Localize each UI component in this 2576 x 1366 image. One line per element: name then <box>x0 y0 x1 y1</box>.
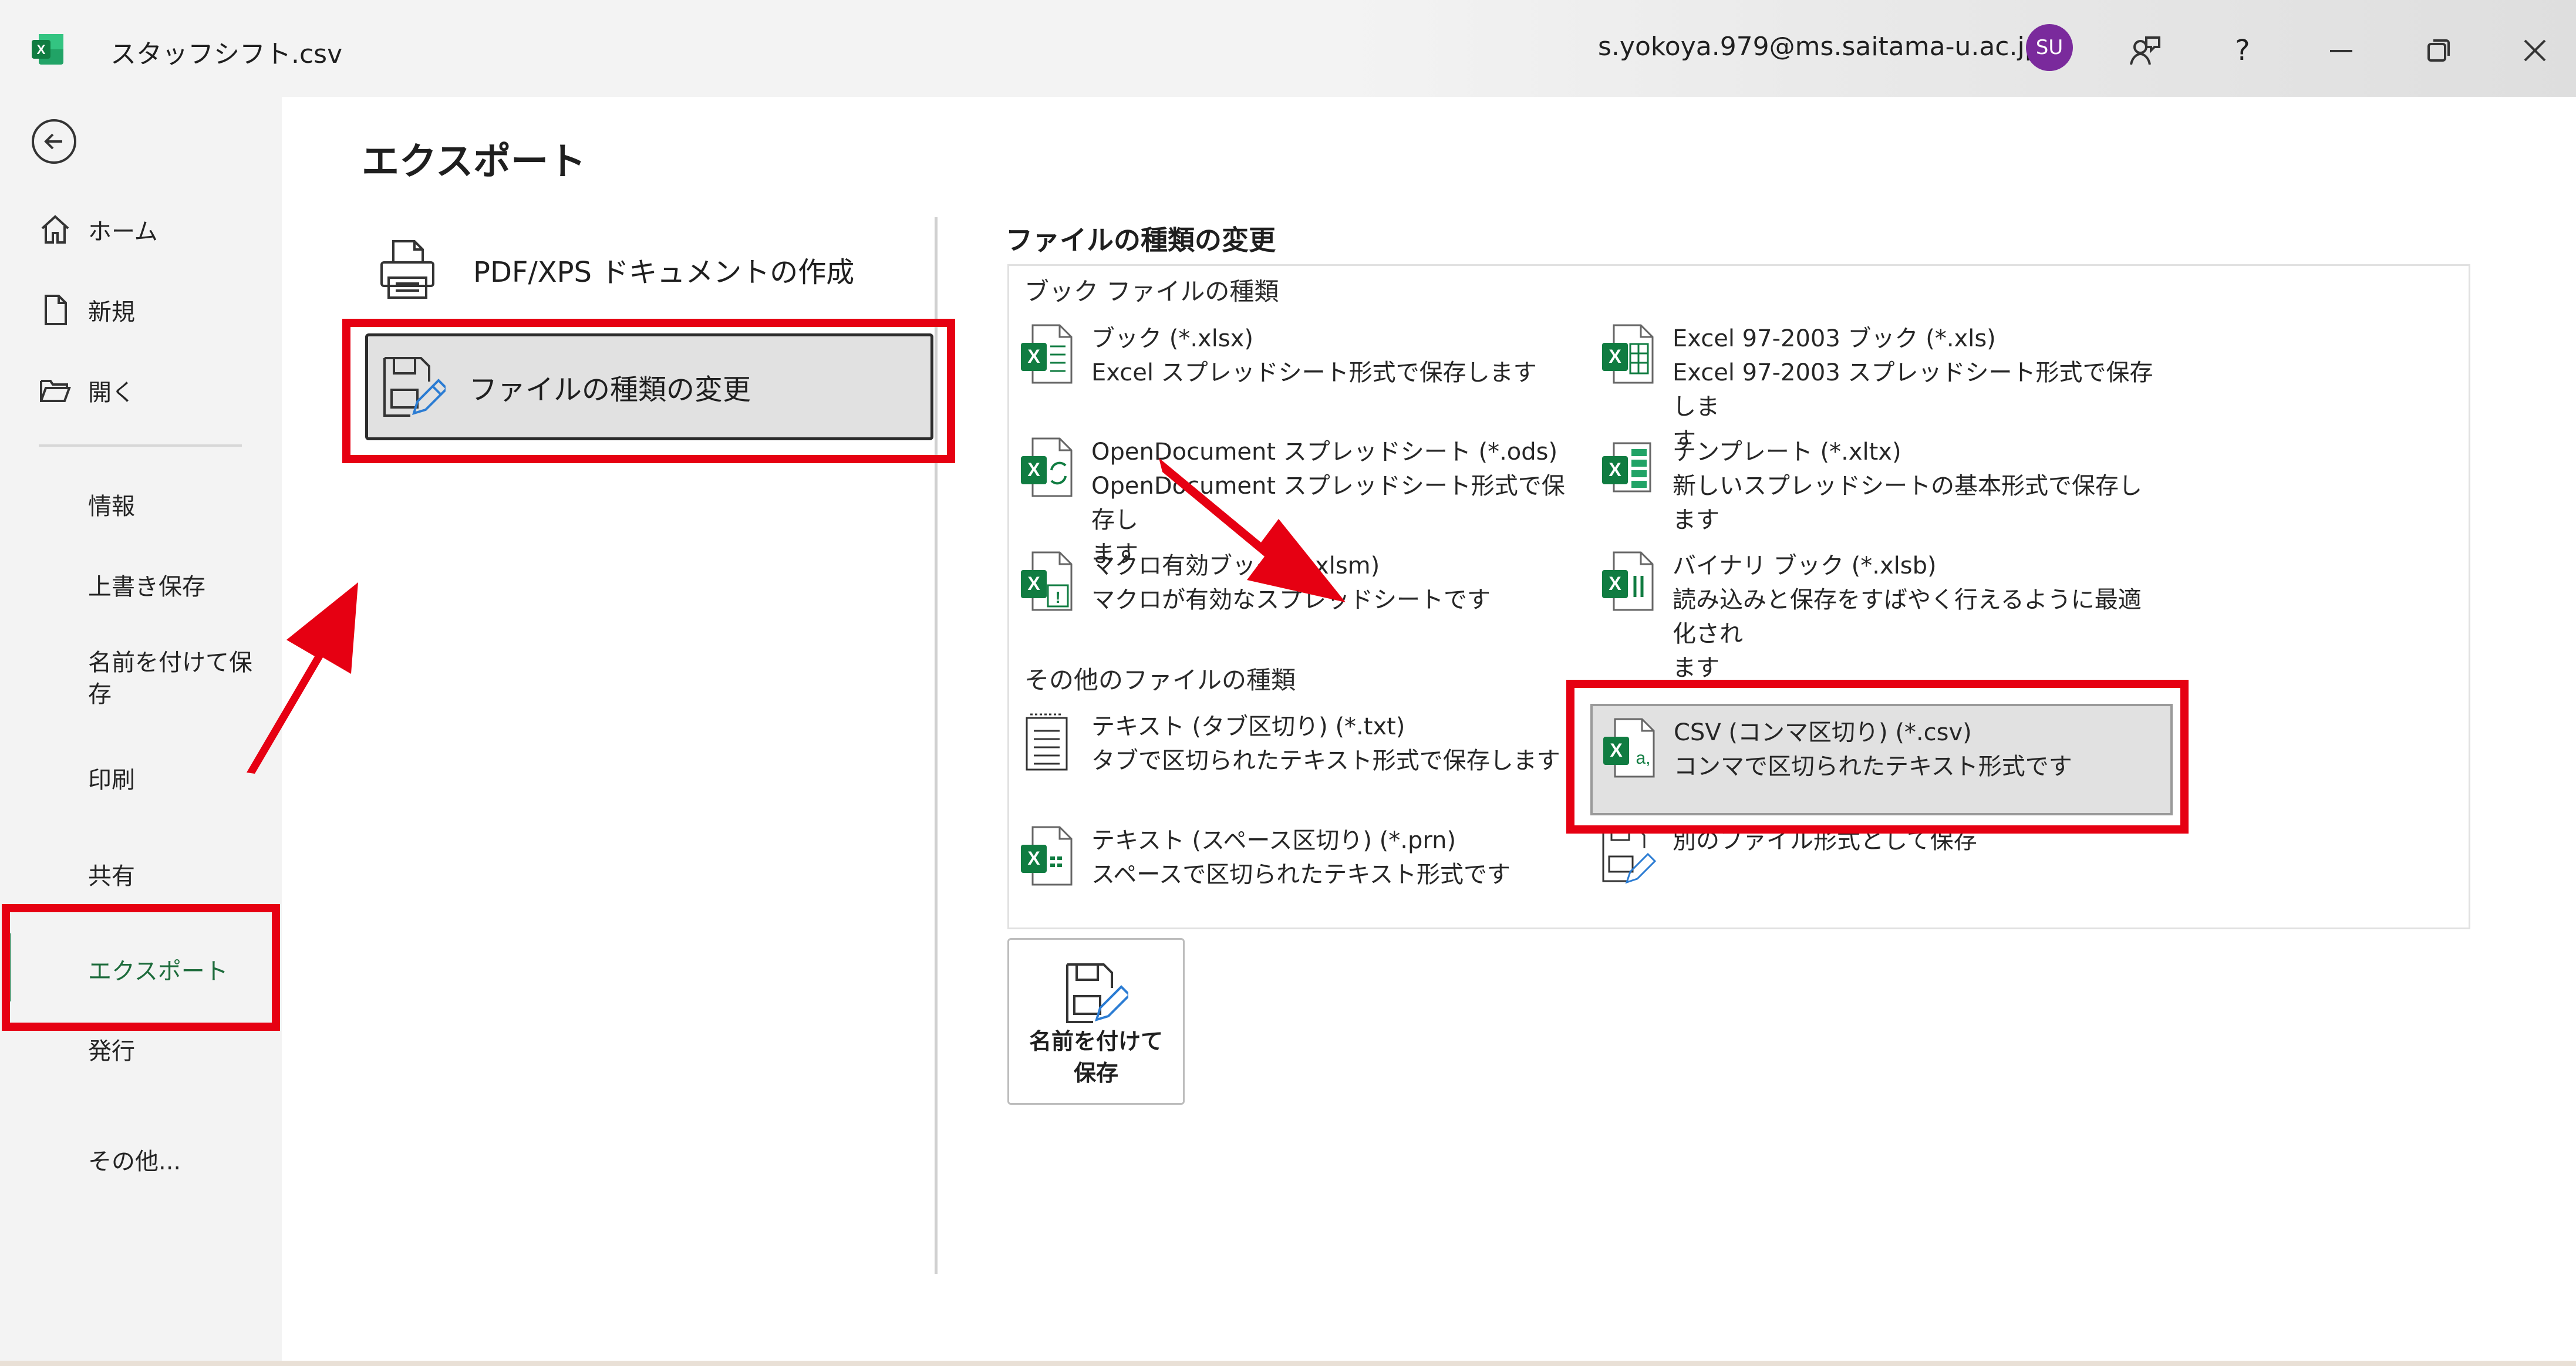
arrow-up-right <box>247 582 358 774</box>
bottom-strip <box>0 1361 2576 1366</box>
arrow-down-right <box>1159 458 1346 602</box>
annotation-arrows <box>247 458 1346 774</box>
